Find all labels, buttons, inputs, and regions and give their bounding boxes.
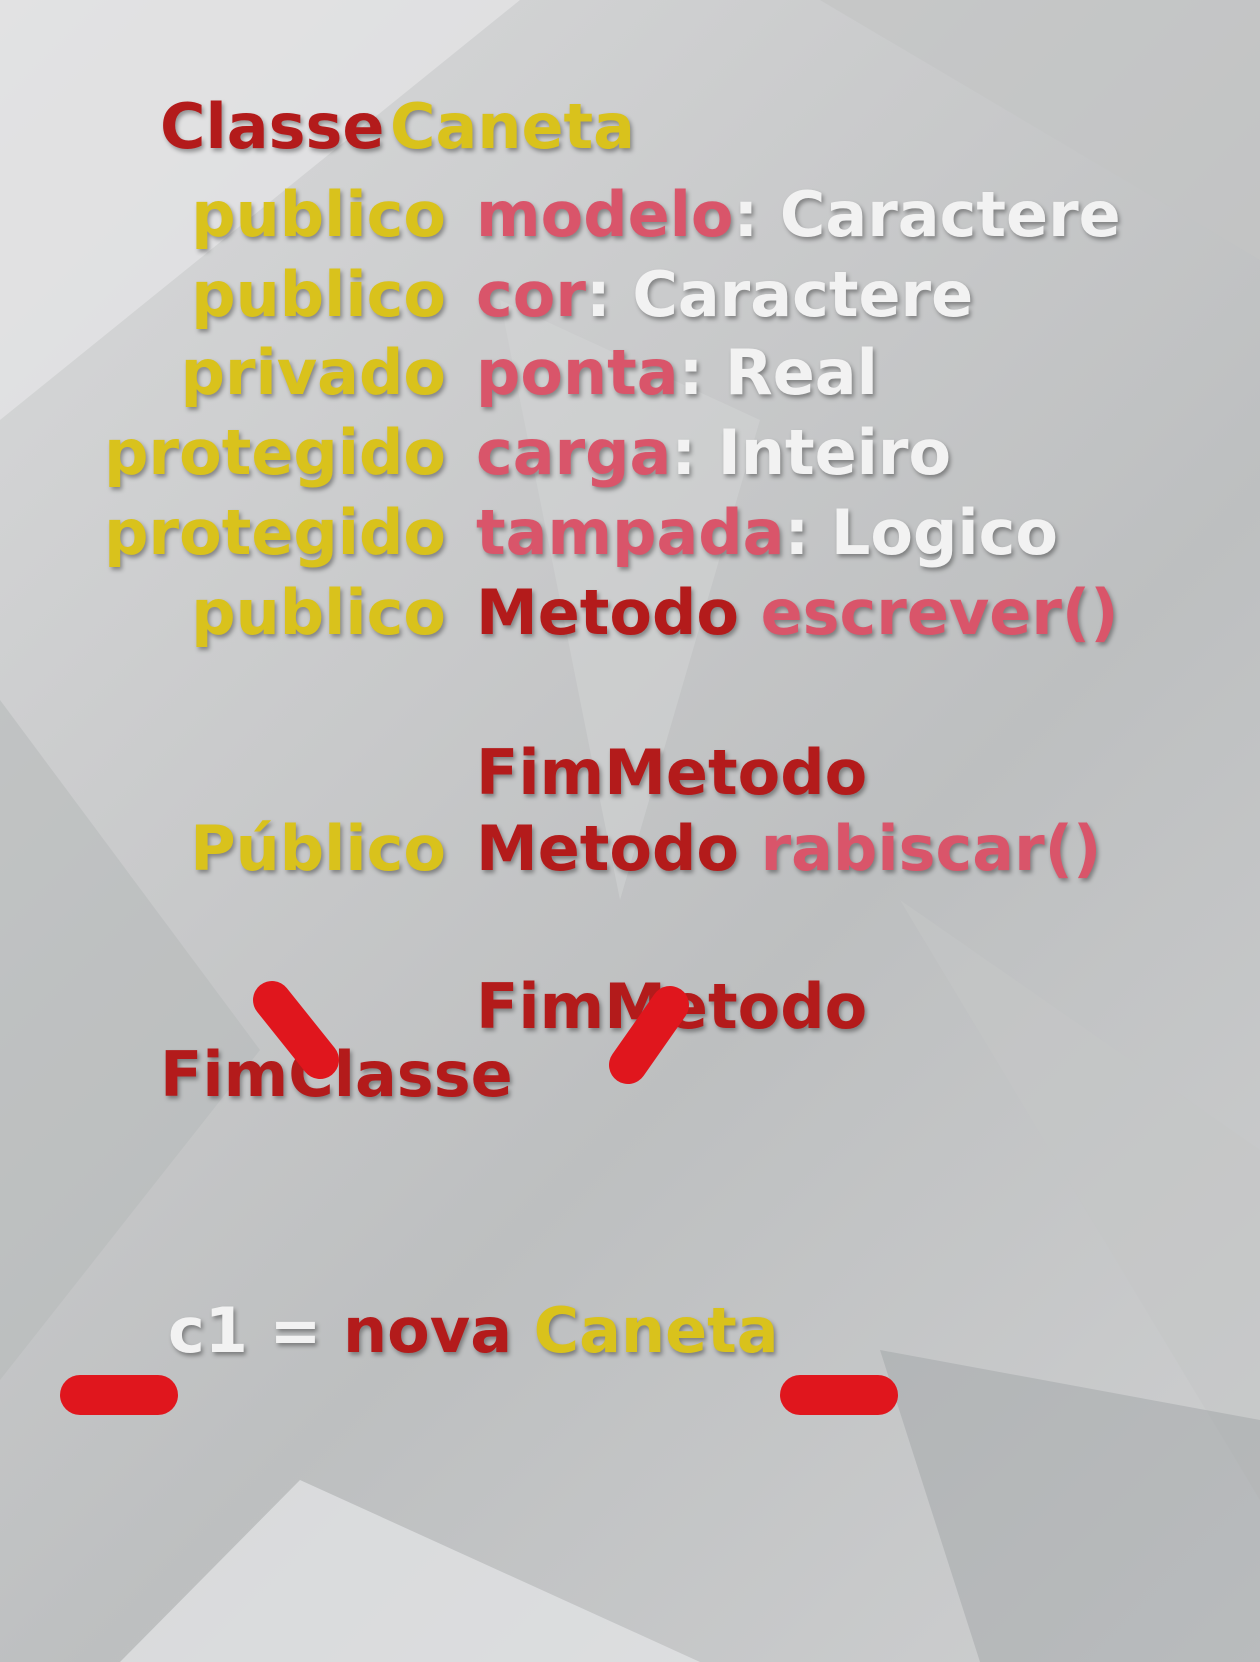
red-marker-stroke [253,981,339,1079]
red-marker-stroke [609,986,689,1084]
highlight-marks [60,981,898,1415]
